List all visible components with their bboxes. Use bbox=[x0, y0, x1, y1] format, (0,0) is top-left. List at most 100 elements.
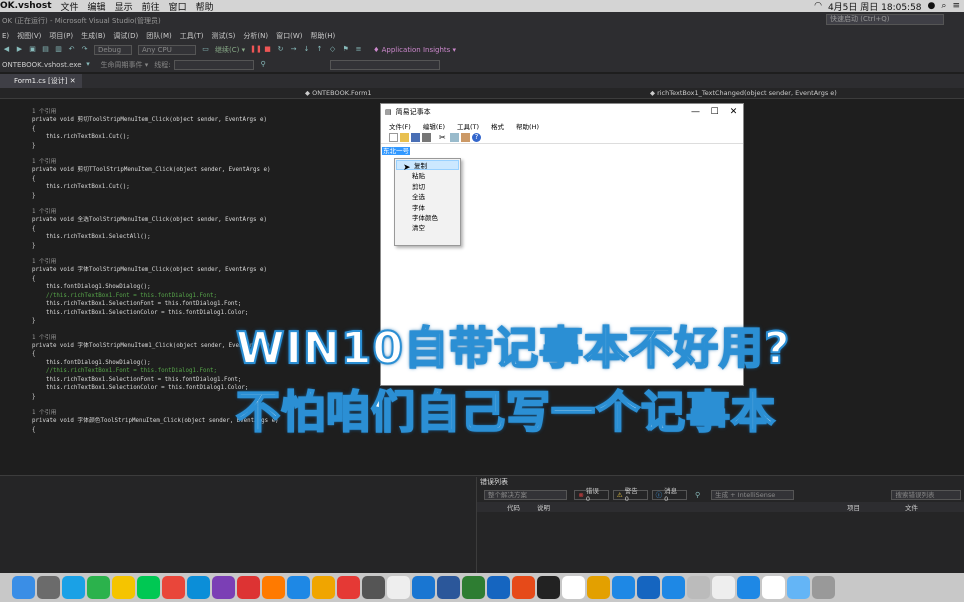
music-icon[interactable] bbox=[112, 576, 135, 599]
finder-icon[interactable] bbox=[12, 576, 35, 599]
back-icon[interactable]: ◀ bbox=[2, 45, 11, 54]
code-line[interactable]: this.richTextBox1.SelectAll(); bbox=[32, 233, 151, 241]
doc-icon[interactable] bbox=[762, 576, 785, 599]
code-line[interactable]: this.fontDialog1.ShowDialog(); bbox=[32, 359, 151, 367]
context-menu-cut[interactable]: 剪切 bbox=[395, 182, 460, 192]
errors-filter-button[interactable]: ⊗ 错误 0 bbox=[574, 487, 609, 503]
tool-icon[interactable] bbox=[312, 576, 335, 599]
code-line[interactable]: { bbox=[32, 125, 36, 133]
iqiyi-icon[interactable] bbox=[137, 576, 160, 599]
col-code[interactable]: 代码 bbox=[507, 502, 537, 512]
box-icon[interactable] bbox=[587, 576, 610, 599]
context-menu-font[interactable]: 字体 bbox=[395, 203, 460, 213]
format-icon[interactable]: ≡ bbox=[354, 45, 363, 54]
app-icon[interactable] bbox=[337, 576, 360, 599]
wps-icon[interactable] bbox=[637, 576, 660, 599]
error-search-input[interactable]: 搜索错误列表 bbox=[891, 490, 961, 500]
code-line[interactable]: this.richTextBox1.SelectionFont = this.f… bbox=[32, 376, 241, 384]
help-icon[interactable]: ? bbox=[472, 133, 481, 142]
code-line[interactable]: this.richTextBox1.SelectionFont = this.f… bbox=[32, 300, 241, 308]
new-file-icon[interactable] bbox=[389, 133, 398, 142]
messages-filter-button[interactable]: ⓘ 消息 0 bbox=[651, 487, 688, 503]
col-file[interactable]: 文件 bbox=[905, 502, 918, 512]
save-icon[interactable]: ▤ bbox=[41, 45, 50, 54]
teamviewer-icon[interactable] bbox=[187, 576, 210, 599]
save-all-icon[interactable]: ▥ bbox=[54, 45, 63, 54]
calendar-icon[interactable] bbox=[562, 576, 585, 599]
notepad-menu-edit[interactable]: 编辑(E) bbox=[423, 121, 445, 131]
warnings-filter-button[interactable]: ⚠ 警告 0 bbox=[612, 487, 648, 503]
restart-icon[interactable]: ↻ bbox=[276, 45, 285, 54]
cut-icon[interactable]: ✂ bbox=[439, 133, 448, 142]
code-line[interactable]: { bbox=[32, 275, 36, 283]
print-icon[interactable] bbox=[422, 133, 431, 142]
mac-menu-view[interactable]: 显示 bbox=[115, 0, 133, 13]
visual-studio-icon[interactable] bbox=[212, 576, 235, 599]
ball-icon[interactable] bbox=[512, 576, 535, 599]
code-line[interactable]: private void 剪切ToolStripMenuItem_Click(o… bbox=[32, 116, 267, 124]
step-icon[interactable]: → bbox=[289, 45, 298, 54]
menu-list-icon[interactable]: ≡ bbox=[952, 1, 960, 11]
context-menu-clear[interactable]: 清空 bbox=[395, 223, 460, 233]
spotlight-icon[interactable]: ⌕ bbox=[941, 1, 946, 11]
mac-app-name[interactable]: OK.vshost bbox=[0, 1, 52, 11]
copy-icon[interactable] bbox=[450, 133, 459, 142]
class-nav-combo[interactable]: ◆ ONTEBOOK.Form1 bbox=[305, 89, 372, 97]
tab-form1-design[interactable]: Form1.cs [设计] ✕ bbox=[0, 74, 82, 88]
user-icon[interactable]: ● bbox=[928, 1, 936, 11]
paste-icon[interactable] bbox=[461, 133, 470, 142]
code-line[interactable]: this.fontDialog1.ShowDialog(); bbox=[32, 283, 151, 291]
code-line[interactable]: { bbox=[32, 426, 36, 434]
process-label[interactable]: ONTEBOOK.vshost.exe bbox=[2, 61, 82, 69]
trash-icon[interactable] bbox=[812, 576, 835, 599]
xcode-icon[interactable] bbox=[487, 576, 510, 599]
code-line[interactable]: } bbox=[32, 393, 36, 401]
filter-icon[interactable]: ⚲ bbox=[259, 60, 268, 69]
vs-menu-debug[interactable]: 调试(D) bbox=[113, 31, 138, 41]
code-line[interactable]: } bbox=[32, 192, 36, 200]
video-icon[interactable] bbox=[87, 576, 110, 599]
folder-icon[interactable]: ▭ bbox=[201, 45, 210, 54]
stack-frame-combo[interactable] bbox=[329, 59, 440, 70]
thermometer-icon[interactable] bbox=[712, 576, 735, 599]
quick-launch-input[interactable]: 快速启动 (Ctrl+Q) bbox=[826, 14, 944, 25]
code-line[interactable]: { bbox=[32, 350, 36, 358]
shield-icon[interactable] bbox=[662, 576, 685, 599]
code-reference-count[interactable]: 1 个引用 bbox=[32, 409, 56, 417]
code-line[interactable]: this.richTextBox1.SelectionColor = this.… bbox=[32, 384, 248, 392]
stop-icon[interactable]: ■ bbox=[263, 45, 272, 54]
new-project-icon[interactable]: ▣ bbox=[28, 45, 37, 54]
code-line[interactable]: { bbox=[32, 175, 36, 183]
step-over-icon[interactable]: ↑ bbox=[315, 45, 324, 54]
record-icon[interactable] bbox=[237, 576, 260, 599]
code-line[interactable]: private void 剪切TToolStripMenuItem_Click(… bbox=[32, 166, 270, 174]
firefox-icon[interactable] bbox=[262, 576, 285, 599]
code-line[interactable]: private void 字体ToolStripMenuItem_Click(o… bbox=[32, 266, 267, 274]
code-line[interactable]: } bbox=[32, 317, 36, 325]
code-line[interactable]: { bbox=[32, 225, 36, 233]
qq-icon[interactable] bbox=[62, 576, 85, 599]
code-line[interactable]: this.richTextBox1.Cut(); bbox=[32, 183, 130, 191]
code-line[interactable]: private void 字体颜色ToolStripMenuItem_Click… bbox=[32, 417, 279, 425]
vs-menu-build[interactable]: 生成(B) bbox=[81, 31, 105, 41]
vs-menu-help[interactable]: 帮助(H) bbox=[311, 31, 336, 41]
undo-icon[interactable]: ↶ bbox=[67, 45, 76, 54]
vpn-icon[interactable] bbox=[737, 576, 760, 599]
code-line[interactable]: this.richTextBox1.Cut(); bbox=[32, 133, 130, 141]
wechat-icon[interactable] bbox=[462, 576, 485, 599]
configuration-combo[interactable]: Debug bbox=[94, 44, 132, 55]
close-icon[interactable]: ✕ bbox=[724, 104, 743, 120]
game-icon[interactable] bbox=[387, 576, 410, 599]
mac-menu-window[interactable]: 窗口 bbox=[169, 0, 187, 13]
vs-menu-tools[interactable]: 工具(T) bbox=[180, 31, 204, 41]
word-icon[interactable] bbox=[437, 576, 460, 599]
folder-icon[interactable] bbox=[787, 576, 810, 599]
save-icon[interactable] bbox=[411, 133, 420, 142]
vs-menu-window[interactable]: 窗口(W) bbox=[276, 31, 302, 41]
code-reference-count[interactable]: 1 个引用 bbox=[32, 158, 56, 166]
code-line[interactable]: private void 全选ToolStripMenuItem_Click(o… bbox=[32, 216, 267, 224]
pause-icon[interactable]: ❚❚ bbox=[250, 45, 262, 54]
app-insights-button[interactable]: ♦ Application Insights ▾ bbox=[373, 46, 456, 54]
open-folder-icon[interactable] bbox=[400, 133, 409, 142]
maximize-icon[interactable]: ☐ bbox=[705, 104, 724, 120]
